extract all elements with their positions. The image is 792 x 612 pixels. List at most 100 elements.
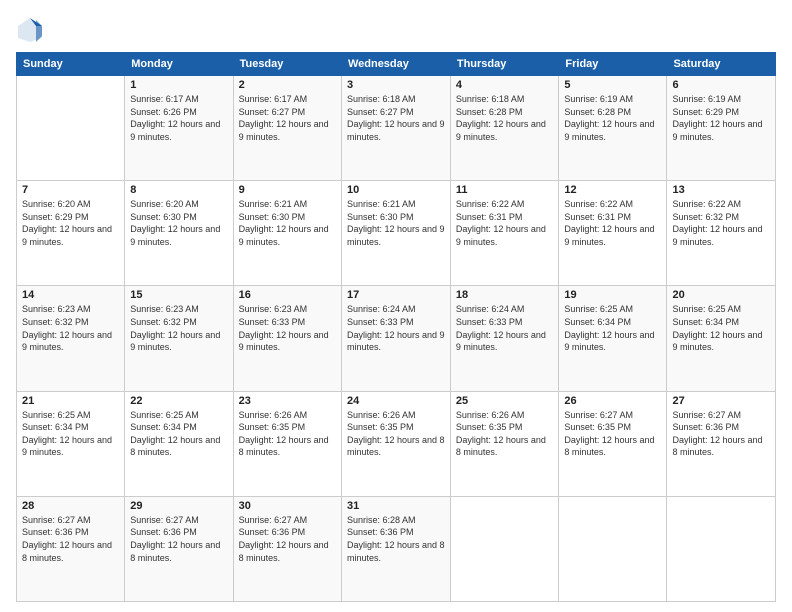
day-number: 12 — [564, 184, 661, 196]
day-number: 30 — [239, 500, 336, 512]
day-number: 19 — [564, 289, 661, 301]
day-info: Sunrise: 6:24 AM Sunset: 6:33 PM Dayligh… — [347, 303, 445, 353]
day-info: Sunrise: 6:19 AM Sunset: 6:29 PM Dayligh… — [672, 93, 770, 143]
day-info: Sunrise: 6:20 AM Sunset: 6:29 PM Dayligh… — [22, 198, 119, 248]
day-number: 14 — [22, 289, 119, 301]
calendar-cell: 24 Sunrise: 6:26 AM Sunset: 6:35 PM Dayli… — [341, 391, 450, 496]
day-info: Sunrise: 6:25 AM Sunset: 6:34 PM Dayligh… — [564, 303, 661, 353]
calendar-cell: 28Sunrise: 6:27 AM Sunset: 6:36 PM Dayli… — [17, 496, 125, 601]
calendar-cell: 23Sunrise: 6:26 AM Sunset: 6:35 PM Dayli… — [233, 391, 341, 496]
calendar-cell: 27 Sunrise: 6:27 AM Sunset: 6:36 PM Dayli… — [667, 391, 776, 496]
calendar-cell: 17Sunrise: 6:24 AM Sunset: 6:33 PM Dayli… — [341, 286, 450, 391]
calendar-cell: 29 Sunrise: 6:27 AM Sunset: 6:36 PM Dayli… — [125, 496, 233, 601]
day-number: 3 — [347, 79, 445, 91]
day-number: 4 — [456, 79, 554, 91]
calendar-cell: 7 Sunrise: 6:20 AM Sunset: 6:29 PM Daylig… — [17, 181, 125, 286]
calendar-table: SundayMondayTuesdayWednesdayThursdayFrid… — [16, 52, 776, 602]
calendar-cell: 16 Sunrise: 6:23 AM Sunset: 6:33 PM Dayli… — [233, 286, 341, 391]
day-number: 2 — [239, 79, 336, 91]
day-info: Sunrise: 6:18 AM Sunset: 6:28 PM Dayligh… — [456, 93, 554, 143]
calendar-week-row: 1Sunrise: 6:17 AM Sunset: 6:26 PM Daylig… — [17, 76, 776, 181]
day-info: Sunrise: 6:17 AM Sunset: 6:27 PM Dayligh… — [239, 93, 336, 143]
calendar-body: 1Sunrise: 6:17 AM Sunset: 6:26 PM Daylig… — [17, 76, 776, 602]
logo — [16, 16, 48, 44]
day-info: Sunrise: 6:21 AM Sunset: 6:30 PM Dayligh… — [239, 198, 336, 248]
day-info: Sunrise: 6:27 AM Sunset: 6:36 PM Dayligh… — [239, 514, 336, 564]
weekday-header: Saturday — [667, 53, 776, 76]
calendar-cell: 25 Sunrise: 6:26 AM Sunset: 6:35 PM Dayli… — [450, 391, 559, 496]
weekday-header: Wednesday — [341, 53, 450, 76]
day-number: 24 — [347, 395, 445, 407]
day-number: 6 — [672, 79, 770, 91]
day-info: Sunrise: 6:22 AM Sunset: 6:31 PM Dayligh… — [456, 198, 554, 248]
day-number: 7 — [22, 184, 119, 196]
calendar-cell: 9 Sunrise: 6:21 AM Sunset: 6:30 PM Daylig… — [233, 181, 341, 286]
weekday-header: Friday — [559, 53, 667, 76]
logo-icon — [16, 16, 44, 44]
day-info: Sunrise: 6:28 AM Sunset: 6:36 PM Dayligh… — [347, 514, 445, 564]
calendar-cell: 10Sunrise: 6:21 AM Sunset: 6:30 PM Dayli… — [341, 181, 450, 286]
day-info: Sunrise: 6:25 AM Sunset: 6:34 PM Dayligh… — [130, 409, 227, 459]
day-number: 25 — [456, 395, 554, 407]
day-info: Sunrise: 6:18 AM Sunset: 6:27 PM Dayligh… — [347, 93, 445, 143]
calendar-header: SundayMondayTuesdayWednesdayThursdayFrid… — [17, 53, 776, 76]
day-info: Sunrise: 6:27 AM Sunset: 6:36 PM Dayligh… — [672, 409, 770, 459]
day-number: 15 — [130, 289, 227, 301]
calendar-cell — [17, 76, 125, 181]
day-info: Sunrise: 6:27 AM Sunset: 6:35 PM Dayligh… — [564, 409, 661, 459]
calendar-cell: 3 Sunrise: 6:18 AM Sunset: 6:27 PM Daylig… — [341, 76, 450, 181]
day-info: Sunrise: 6:22 AM Sunset: 6:31 PM Dayligh… — [564, 198, 661, 248]
day-info: Sunrise: 6:17 AM Sunset: 6:26 PM Dayligh… — [130, 93, 227, 143]
weekday-header: Sunday — [17, 53, 125, 76]
day-number: 21 — [22, 395, 119, 407]
day-info: Sunrise: 6:26 AM Sunset: 6:35 PM Dayligh… — [239, 409, 336, 459]
calendar-cell: 12 Sunrise: 6:22 AM Sunset: 6:31 PM Dayli… — [559, 181, 667, 286]
calendar-week-row: 28Sunrise: 6:27 AM Sunset: 6:36 PM Dayli… — [17, 496, 776, 601]
day-info: Sunrise: 6:25 AM Sunset: 6:34 PM Dayligh… — [22, 409, 119, 459]
calendar-cell — [667, 496, 776, 601]
calendar-cell: 18Sunrise: 6:24 AM Sunset: 6:33 PM Dayli… — [450, 286, 559, 391]
calendar-cell: 1Sunrise: 6:17 AM Sunset: 6:26 PM Daylig… — [125, 76, 233, 181]
calendar-cell: 21 Sunrise: 6:25 AM Sunset: 6:34 PM Dayli… — [17, 391, 125, 496]
calendar-week-row: 7 Sunrise: 6:20 AM Sunset: 6:29 PM Daylig… — [17, 181, 776, 286]
calendar-cell: 19 Sunrise: 6:25 AM Sunset: 6:34 PM Dayli… — [559, 286, 667, 391]
day-info: Sunrise: 6:23 AM Sunset: 6:33 PM Dayligh… — [239, 303, 336, 353]
calendar-week-row: 14 Sunrise: 6:23 AM Sunset: 6:32 PM Dayli… — [17, 286, 776, 391]
day-number: 16 — [239, 289, 336, 301]
day-info: Sunrise: 6:26 AM Sunset: 6:35 PM Dayligh… — [347, 409, 445, 459]
day-number: 11 — [456, 184, 554, 196]
day-number: 29 — [130, 500, 227, 512]
weekday-header: Tuesday — [233, 53, 341, 76]
page: SundayMondayTuesdayWednesdayThursdayFrid… — [0, 0, 792, 612]
day-info: Sunrise: 6:19 AM Sunset: 6:28 PM Dayligh… — [564, 93, 661, 143]
day-number: 5 — [564, 79, 661, 91]
weekday-row: SundayMondayTuesdayWednesdayThursdayFrid… — [17, 53, 776, 76]
calendar-cell: 14Sunrise: 6:23 AM Sunset: 6:32 PM Dayli… — [17, 286, 125, 391]
day-number: 26 — [564, 395, 661, 407]
day-info: Sunrise: 6:22 AM Sunset: 6:32 PM Dayligh… — [672, 198, 770, 248]
calendar-cell — [559, 496, 667, 601]
day-info: Sunrise: 6:26 AM Sunset: 6:35 PM Dayligh… — [456, 409, 554, 459]
calendar-cell: 31 Sunrise: 6:28 AM Sunset: 6:36 PM Dayli… — [341, 496, 450, 601]
day-info: Sunrise: 6:27 AM Sunset: 6:36 PM Dayligh… — [22, 514, 119, 564]
day-number: 27 — [672, 395, 770, 407]
day-info: Sunrise: 6:23 AM Sunset: 6:32 PM Dayligh… — [130, 303, 227, 353]
calendar-cell: 11 Sunrise: 6:22 AM Sunset: 6:31 PM Dayli… — [450, 181, 559, 286]
calendar-cell: 30 Sunrise: 6:27 AM Sunset: 6:36 PM Dayli… — [233, 496, 341, 601]
calendar-cell: 22Sunrise: 6:25 AM Sunset: 6:34 PM Dayli… — [125, 391, 233, 496]
calendar-cell: 4 Sunrise: 6:18 AM Sunset: 6:28 PM Daylig… — [450, 76, 559, 181]
day-number: 9 — [239, 184, 336, 196]
weekday-header: Thursday — [450, 53, 559, 76]
calendar-cell: 20 Sunrise: 6:25 AM Sunset: 6:34 PM Dayli… — [667, 286, 776, 391]
day-number: 10 — [347, 184, 445, 196]
calendar-cell: 6 Sunrise: 6:19 AM Sunset: 6:29 PM Daylig… — [667, 76, 776, 181]
calendar-cell: 13 Sunrise: 6:22 AM Sunset: 6:32 PM Dayli… — [667, 181, 776, 286]
day-number: 20 — [672, 289, 770, 301]
day-info: Sunrise: 6:27 AM Sunset: 6:36 PM Dayligh… — [130, 514, 227, 564]
calendar-cell: 5 Sunrise: 6:19 AM Sunset: 6:28 PM Daylig… — [559, 76, 667, 181]
calendar-cell: 26 Sunrise: 6:27 AM Sunset: 6:35 PM Dayli… — [559, 391, 667, 496]
day-info: Sunrise: 6:25 AM Sunset: 6:34 PM Dayligh… — [672, 303, 770, 353]
day-number: 31 — [347, 500, 445, 512]
weekday-header: Monday — [125, 53, 233, 76]
day-number: 13 — [672, 184, 770, 196]
